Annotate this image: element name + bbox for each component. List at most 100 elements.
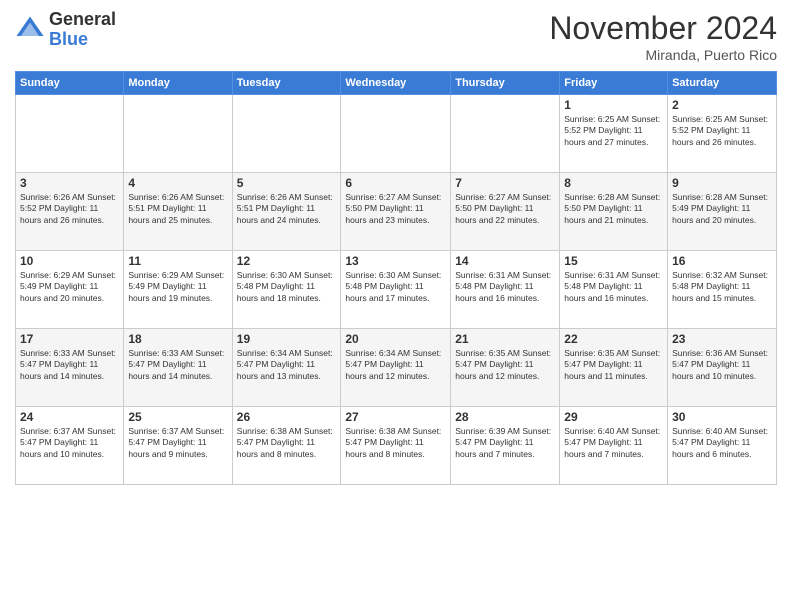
day-number: 14: [455, 254, 555, 268]
calendar-cell: 24Sunrise: 6:37 AM Sunset: 5:47 PM Dayli…: [16, 407, 124, 485]
calendar-cell: 15 Sunrise: 6:31 AM Sunset: 5:48 PM Dayli…: [560, 251, 668, 329]
day-info: Sunrise: 6:33 AM Sunset: 5:47 PM Dayligh…: [20, 348, 119, 382]
day-info: Sunrise: 6:35 AM Sunset: 5:47 PM Dayligh…: [564, 348, 663, 382]
calendar-cell: 27 Sunrise: 6:38 AM Sunset: 5:47 PM Dayli…: [341, 407, 451, 485]
day-info: Sunrise: 6:28 AM Sunset: 5:50 PM Dayligh…: [564, 192, 663, 226]
calendar-cell: 28 Sunrise: 6:39 AM Sunset: 5:47 PM Dayli…: [451, 407, 560, 485]
calendar-cell: 4 Sunrise: 6:26 AM Sunset: 5:51 PM Daylig…: [124, 173, 232, 251]
calendar-header-wednesday: Wednesday: [341, 72, 451, 95]
day-info: Sunrise: 6:33 AM Sunset: 5:47 PM Dayligh…: [128, 348, 227, 382]
day-number: 17: [20, 332, 119, 346]
calendar-header-thursday: Thursday: [451, 72, 560, 95]
calendar-header-sunday: Sunday: [16, 72, 124, 95]
day-info: Sunrise: 6:25 AM Sunset: 5:52 PM Dayligh…: [672, 114, 772, 148]
day-number: 2: [672, 98, 772, 112]
day-info: Sunrise: 6:36 AM Sunset: 5:47 PM Dayligh…: [672, 348, 772, 382]
calendar-header-saturday: Saturday: [668, 72, 777, 95]
day-info: Sunrise: 6:34 AM Sunset: 5:47 PM Dayligh…: [237, 348, 337, 382]
calendar-header-friday: Friday: [560, 72, 668, 95]
calendar-header-monday: Monday: [124, 72, 232, 95]
day-info: Sunrise: 6:32 AM Sunset: 5:48 PM Dayligh…: [672, 270, 772, 304]
day-number: 27: [345, 410, 446, 424]
calendar-cell: [124, 95, 232, 173]
header: General Blue November 2024 Miranda, Puer…: [15, 10, 777, 63]
day-number: 30: [672, 410, 772, 424]
day-number: 15: [564, 254, 663, 268]
calendar-cell: 23 Sunrise: 6:36 AM Sunset: 5:47 PM Dayli…: [668, 329, 777, 407]
day-number: 12: [237, 254, 337, 268]
calendar-cell: [451, 95, 560, 173]
logo-general-text: General: [49, 10, 116, 30]
day-number: 18: [128, 332, 227, 346]
logo: General Blue: [15, 10, 116, 50]
calendar-cell: 21 Sunrise: 6:35 AM Sunset: 5:47 PM Dayli…: [451, 329, 560, 407]
day-info: Sunrise: 6:26 AM Sunset: 5:51 PM Dayligh…: [237, 192, 337, 226]
day-number: 13: [345, 254, 446, 268]
calendar-cell: 26 Sunrise: 6:38 AM Sunset: 5:47 PM Dayli…: [232, 407, 341, 485]
logo-icon: [15, 15, 45, 45]
calendar-cell: 25Sunrise: 6:37 AM Sunset: 5:47 PM Dayli…: [124, 407, 232, 485]
calendar-cell: [341, 95, 451, 173]
calendar-cell: 3Sunrise: 6:26 AM Sunset: 5:52 PM Daylig…: [16, 173, 124, 251]
day-number: 4: [128, 176, 227, 190]
calendar-cell: 8Sunrise: 6:28 AM Sunset: 5:50 PM Daylig…: [560, 173, 668, 251]
day-info: Sunrise: 6:31 AM Sunset: 5:48 PM Dayligh…: [455, 270, 555, 304]
day-info: Sunrise: 6:40 AM Sunset: 5:47 PM Dayligh…: [672, 426, 772, 460]
day-info: Sunrise: 6:30 AM Sunset: 5:48 PM Dayligh…: [237, 270, 337, 304]
logo-text: General Blue: [49, 10, 116, 50]
calendar-cell: 22 Sunrise: 6:35 AM Sunset: 5:47 PM Dayli…: [560, 329, 668, 407]
day-info: Sunrise: 6:28 AM Sunset: 5:49 PM Dayligh…: [672, 192, 772, 226]
calendar-header-row: SundayMondayTuesdayWednesdayThursdayFrid…: [16, 72, 777, 95]
calendar-cell: 29Sunrise: 6:40 AM Sunset: 5:47 PM Dayli…: [560, 407, 668, 485]
calendar-cell: 14 Sunrise: 6:31 AM Sunset: 5:48 PM Dayli…: [451, 251, 560, 329]
day-info: Sunrise: 6:29 AM Sunset: 5:49 PM Dayligh…: [20, 270, 119, 304]
day-info: Sunrise: 6:26 AM Sunset: 5:51 PM Dayligh…: [128, 192, 227, 226]
calendar-cell: 11Sunrise: 6:29 AM Sunset: 5:49 PM Dayli…: [124, 251, 232, 329]
calendar-cell: 13Sunrise: 6:30 AM Sunset: 5:48 PM Dayli…: [341, 251, 451, 329]
day-info: Sunrise: 6:38 AM Sunset: 5:47 PM Dayligh…: [345, 426, 446, 460]
calendar-cell: 30 Sunrise: 6:40 AM Sunset: 5:47 PM Dayli…: [668, 407, 777, 485]
day-number: 28: [455, 410, 555, 424]
calendar-cell: 9 Sunrise: 6:28 AM Sunset: 5:49 PM Daylig…: [668, 173, 777, 251]
day-number: 19: [237, 332, 337, 346]
day-number: 5: [237, 176, 337, 190]
calendar-cell: 12 Sunrise: 6:30 AM Sunset: 5:48 PM Dayli…: [232, 251, 341, 329]
calendar-cell: 1 Sunrise: 6:25 AM Sunset: 5:52 PM Daylig…: [560, 95, 668, 173]
calendar-cell: [16, 95, 124, 173]
calendar-table: SundayMondayTuesdayWednesdayThursdayFrid…: [15, 71, 777, 485]
day-number: 29: [564, 410, 663, 424]
day-number: 6: [345, 176, 446, 190]
calendar-header-tuesday: Tuesday: [232, 72, 341, 95]
calendar-cell: 17 Sunrise: 6:33 AM Sunset: 5:47 PM Dayli…: [16, 329, 124, 407]
day-info: Sunrise: 6:29 AM Sunset: 5:49 PM Dayligh…: [128, 270, 227, 304]
day-info: Sunrise: 6:35 AM Sunset: 5:47 PM Dayligh…: [455, 348, 555, 382]
calendar-week-row: 24Sunrise: 6:37 AM Sunset: 5:47 PM Dayli…: [16, 407, 777, 485]
day-number: 1: [564, 98, 663, 112]
calendar-cell: 10Sunrise: 6:29 AM Sunset: 5:49 PM Dayli…: [16, 251, 124, 329]
day-number: 26: [237, 410, 337, 424]
calendar-cell: [232, 95, 341, 173]
day-info: Sunrise: 6:25 AM Sunset: 5:52 PM Dayligh…: [564, 114, 663, 148]
day-number: 20: [345, 332, 446, 346]
page-container: General Blue November 2024 Miranda, Puer…: [0, 0, 792, 612]
day-number: 7: [455, 176, 555, 190]
calendar-cell: 19 Sunrise: 6:34 AM Sunset: 5:47 PM Dayli…: [232, 329, 341, 407]
calendar-week-row: 10Sunrise: 6:29 AM Sunset: 5:49 PM Dayli…: [16, 251, 777, 329]
calendar-week-row: 1 Sunrise: 6:25 AM Sunset: 5:52 PM Daylig…: [16, 95, 777, 173]
day-info: Sunrise: 6:38 AM Sunset: 5:47 PM Dayligh…: [237, 426, 337, 460]
day-info: Sunrise: 6:31 AM Sunset: 5:48 PM Dayligh…: [564, 270, 663, 304]
location: Miranda, Puerto Rico: [549, 47, 777, 63]
day-number: 9: [672, 176, 772, 190]
day-number: 21: [455, 332, 555, 346]
day-info: Sunrise: 6:26 AM Sunset: 5:52 PM Dayligh…: [20, 192, 119, 226]
logo-blue-text: Blue: [49, 30, 116, 50]
day-number: 22: [564, 332, 663, 346]
calendar-week-row: 3Sunrise: 6:26 AM Sunset: 5:52 PM Daylig…: [16, 173, 777, 251]
day-info: Sunrise: 6:34 AM Sunset: 5:47 PM Dayligh…: [345, 348, 446, 382]
day-info: Sunrise: 6:39 AM Sunset: 5:47 PM Dayligh…: [455, 426, 555, 460]
calendar-cell: 20 Sunrise: 6:34 AM Sunset: 5:47 PM Dayli…: [341, 329, 451, 407]
day-number: 23: [672, 332, 772, 346]
calendar-cell: 5 Sunrise: 6:26 AM Sunset: 5:51 PM Daylig…: [232, 173, 341, 251]
day-number: 16: [672, 254, 772, 268]
day-info: Sunrise: 6:37 AM Sunset: 5:47 PM Dayligh…: [20, 426, 119, 460]
